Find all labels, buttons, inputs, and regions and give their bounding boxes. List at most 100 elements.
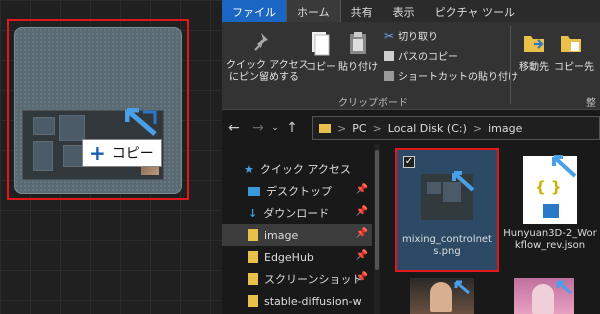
file-explorer-window: ファイル ホーム 共有 表示 ピクチャ ツール クイック アクセス にピン留めす…	[222, 0, 600, 314]
navigation-pane: ★ クイック アクセス デスクトップ 📌 ↓ ダウンロード 📌 image 📌 …	[222, 144, 380, 314]
copy-to-button[interactable]: コピー先	[554, 30, 594, 74]
mini-node	[427, 182, 441, 194]
paste-button[interactable]: 貼り付け	[338, 30, 378, 74]
star-icon: ★	[244, 162, 254, 176]
file-name: mixing_controlnets.png	[402, 234, 492, 257]
move-to-label: 移動先	[519, 62, 549, 73]
scissors-icon: ✂	[384, 28, 395, 43]
sidebar-item-label: image	[264, 228, 299, 242]
mini-node	[59, 115, 85, 141]
folder-icon	[248, 295, 258, 307]
breadcrumb-image[interactable]: image	[488, 122, 522, 135]
paste-shortcut-icon	[384, 70, 394, 81]
sidebar-item-label: スクリーンショット	[264, 273, 363, 286]
sidebar-item-edgehub[interactable]: EdgeHub 📌	[222, 246, 372, 268]
paste-shortcut-button[interactable]: ショートカットの貼り付け	[384, 68, 518, 83]
cut-button[interactable]: ✂ 切り取り	[384, 28, 439, 44]
paste-shortcut-label: ショートカットの貼り付け	[398, 72, 518, 83]
vscode-icon	[543, 204, 559, 218]
node-canvas[interactable]: + コピー	[0, 0, 222, 314]
breadcrumb-pc[interactable]: PC	[352, 122, 366, 135]
breadcrumb-local-disk[interactable]: Local Disk (C:)	[388, 122, 467, 135]
file-arrow-icon	[454, 280, 470, 295]
portrait-face	[430, 282, 452, 312]
folder-icon	[248, 273, 258, 285]
sidebar-scroll-thumb[interactable]	[375, 150, 379, 270]
image-thumbnail	[415, 158, 479, 230]
anime-face	[532, 284, 554, 314]
paste-icon	[350, 32, 366, 54]
ribbon-tabs: ファイル ホーム 共有 表示 ピクチャ ツール	[222, 0, 600, 22]
tab-file[interactable]: ファイル	[222, 0, 286, 22]
mini-node	[33, 141, 53, 171]
sidebar-item-label: ダウンロード	[263, 207, 330, 220]
copy-path-button[interactable]: パスのコピー	[384, 48, 458, 63]
sidebar-item-label: クイック アクセス	[259, 163, 351, 176]
photo-thumbnail-portrait[interactable]	[410, 278, 474, 314]
cut-label: 切り取り	[398, 32, 439, 43]
address-bar-row: ← → ⌄ ↑ > PC > Local Disk (C:) > image	[222, 112, 600, 144]
pin-icon[interactable]: 📌	[356, 206, 368, 217]
ribbon-separator	[510, 26, 511, 104]
sidebar-item-quick-access[interactable]: ★ クイック アクセス	[222, 158, 372, 180]
pin-quick-access-button[interactable]: クイック アクセス にピン留めする	[226, 30, 309, 84]
tab-share[interactable]: 共有	[341, 0, 383, 22]
copy-folder-icon	[561, 36, 581, 52]
sidebar-item-downloads[interactable]: ↓ ダウンロード 📌	[222, 202, 372, 224]
sidebar-item-label: デスクトップ	[266, 185, 332, 198]
desktop-icon	[248, 186, 260, 196]
tab-view[interactable]: 表示	[383, 0, 425, 22]
up-button[interactable]: ↑	[280, 120, 304, 136]
photo-thumbnail-anime[interactable]	[514, 278, 574, 314]
organize-group-label: 整	[586, 98, 596, 109]
tab-picture-tools[interactable]: ピクチャ ツール	[425, 0, 525, 22]
pin-icon[interactable]: 📌	[356, 272, 368, 283]
plus-icon: +	[89, 141, 106, 165]
png-file-arrow-icon	[452, 171, 475, 192]
mini-node	[33, 117, 55, 135]
json-file-thumbnail: { }	[523, 155, 577, 224]
sidebar-item-stable-diffusion[interactable]: stable-diffusion-w	[222, 290, 372, 312]
copy-label: コピー	[306, 62, 336, 73]
recent-dropdown-icon[interactable]: ⌄	[270, 123, 280, 133]
move-folder-icon	[524, 36, 544, 52]
sidebar-item-label: EdgeHub	[264, 250, 314, 264]
file-arrow-icon	[552, 155, 577, 178]
folder-icon	[248, 229, 258, 241]
file-item-mixing-controlnets[interactable]: ✓ mixing_controlnets.png	[395, 148, 499, 272]
sidebar-item-label: stable-diffusion-w	[264, 294, 362, 308]
file-item-hunyuan3d-json[interactable]: { } Hunyuan3D-2_Workflow_rev.json	[498, 148, 600, 272]
back-button[interactable]: ←	[222, 120, 246, 136]
sidebar-item-desktop[interactable]: デスクトップ 📌	[222, 180, 372, 202]
copy-path-label: パスのコピー	[398, 52, 458, 63]
file-list: ✓ mixing_controlnets.png { } Hunyuan3D-2…	[380, 144, 600, 314]
folder-icon	[319, 123, 331, 133]
copy-path-icon	[384, 50, 394, 61]
forward-button[interactable]: →	[246, 120, 270, 136]
crumb-separator: >	[372, 121, 382, 135]
pin-icon[interactable]: 📌	[356, 184, 368, 195]
ribbon-home: クイック アクセス にピン留めする コピー 貼り付け ✂ 切り取り パスのコピー…	[222, 22, 600, 110]
sidebar-item-image[interactable]: image 📌	[222, 224, 372, 246]
pin-icon	[254, 33, 268, 51]
address-field[interactable]: > PC > Local Disk (C:) > image	[312, 116, 600, 140]
clipboard-group-label: クリップボード	[338, 98, 408, 109]
move-to-button[interactable]: 移動先	[516, 30, 552, 74]
tab-home[interactable]: ホーム	[286, 0, 341, 22]
file-name: Hunyuan3D-2_Workflow_rev.json	[503, 228, 597, 251]
pin-icon[interactable]: 📌	[356, 228, 368, 239]
pin-icon[interactable]: 📌	[356, 250, 368, 261]
copy-to-label: コピー先	[554, 62, 594, 73]
paste-label: 貼り付け	[338, 62, 378, 73]
copy-badge-label: コピー	[111, 146, 154, 162]
json-braces-icon: { }	[535, 178, 562, 196]
crumb-separator: >	[472, 121, 483, 135]
select-checkbox[interactable]: ✓	[403, 156, 415, 168]
file-arrow-icon	[556, 280, 572, 295]
copy-button[interactable]: コピー	[306, 30, 336, 74]
copy-icon	[312, 32, 330, 56]
pin-label-line1: クイック アクセス	[226, 60, 309, 71]
folder-icon	[248, 251, 258, 263]
drag-cursor-icon	[125, 108, 157, 136]
sidebar-item-screenshots[interactable]: スクリーンショット 📌	[222, 268, 372, 290]
